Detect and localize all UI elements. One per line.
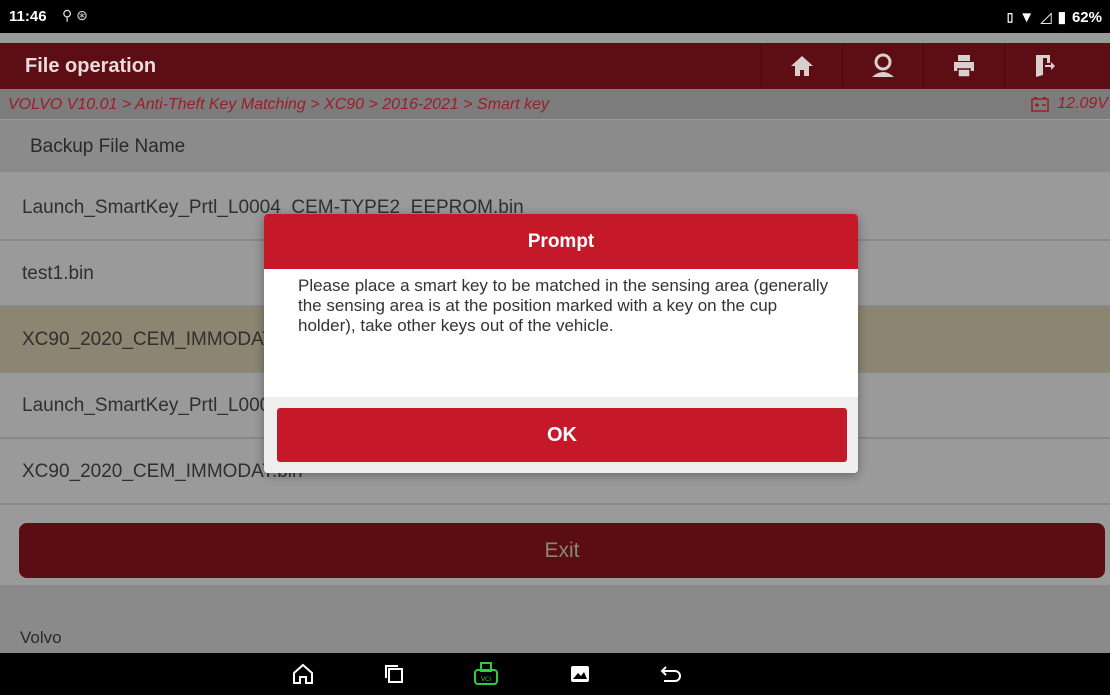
print-button[interactable] — [924, 45, 1004, 87]
dialog-title: Prompt — [264, 214, 858, 269]
status-time: 11:46 — [9, 8, 47, 25]
exit-icon — [1036, 55, 1055, 77]
voltage-value: 12.09V — [1057, 95, 1108, 112]
print-icon — [954, 55, 974, 78]
nav-gallery-button[interactable] — [563, 659, 597, 689]
home-button[interactable] — [762, 45, 842, 87]
status-bar: 11:46 ⚲ ⊛ ▯ ▼ ◿ ▮ 62% — [0, 0, 1110, 33]
navigation-bar: VCI — [0, 653, 1110, 695]
usb-debug-icon: ⚲ ⊛ — [62, 7, 88, 23]
app-header: File operation — [0, 43, 1110, 89]
dialog-message: Please place a smart key to be matched i… — [298, 276, 829, 335]
signal-icon: ◿ — [1040, 9, 1052, 26]
page-title: File operation — [25, 55, 157, 77]
status-right: ▯ ▼ ◿ ▮ 62% — [1006, 8, 1102, 27]
footer: Volvo — [0, 585, 1110, 653]
back-icon — [660, 666, 681, 682]
svg-text:VCI: VCI — [481, 676, 491, 683]
nav-home-button[interactable] — [286, 659, 320, 689]
nav-back-button[interactable] — [654, 659, 688, 689]
list-header: Backup File Name — [0, 120, 1110, 172]
file-name: XC90_2020_CEM_IMMODAT.bin — [22, 461, 303, 482]
home-icon — [791, 56, 813, 76]
list-header-label: Backup File Name — [30, 136, 186, 157]
wifi-icon: ▼ — [1019, 8, 1035, 26]
battery-icon: ▮ — [1057, 9, 1066, 26]
gallery-icon — [571, 666, 589, 682]
vibrate-icon: ▯ — [1006, 10, 1014, 24]
recents-icon — [385, 665, 403, 683]
user-button[interactable] — [843, 45, 923, 87]
nav-vci-button[interactable]: VCI — [469, 659, 503, 689]
battery-level: 62% — [1071, 8, 1102, 26]
breadcrumb-path: VOLVO V10.01 > Anti-Theft Key Matching >… — [8, 96, 550, 113]
vci-icon: VCI — [474, 662, 498, 685]
user-icon — [872, 53, 894, 77]
ok-button[interactable]: OK — [277, 408, 847, 462]
prompt-dialog: Prompt Please place a smart key to be ma… — [264, 214, 858, 473]
battery-voltage-icon — [1031, 97, 1050, 112]
breadcrumb: VOLVO V10.01 > Anti-Theft Key Matching >… — [0, 89, 1110, 119]
footer-brand: Volvo — [20, 628, 62, 647]
nav-recents-button[interactable] — [377, 659, 411, 689]
voltage-indicator: 12.09V — [1031, 95, 1108, 113]
file-name: test1.bin — [22, 263, 94, 284]
dialog-button-area: OK — [264, 397, 858, 473]
home-outline-icon — [293, 663, 313, 684]
exit-header-button[interactable] — [1005, 45, 1085, 87]
exit-button[interactable]: Exit — [19, 523, 1105, 578]
